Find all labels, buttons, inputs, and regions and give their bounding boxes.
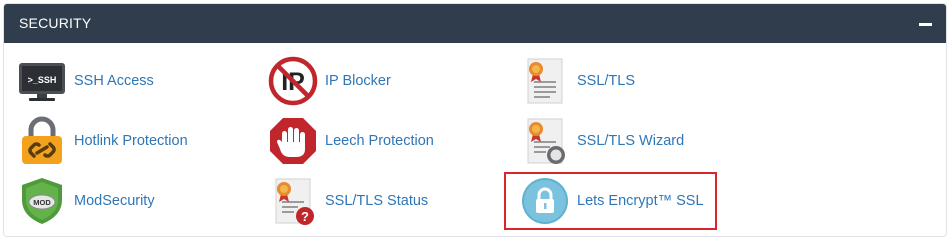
item-modsecurity[interactable]: MOD ModSecurity (17, 175, 155, 227)
svg-text:MOD: MOD (33, 198, 51, 207)
item-label: ModSecurity (74, 193, 155, 209)
section-title: SECURITY (19, 15, 92, 31)
item-label: SSL/TLS Wizard (577, 133, 685, 149)
svg-text:?: ? (301, 209, 309, 224)
mod-shield-icon: MOD (22, 178, 62, 224)
item-leech-protection[interactable]: Leech Protection (268, 115, 434, 167)
item-ssh-access[interactable]: >_SSH SSH Access (17, 55, 154, 107)
ssh-terminal-icon: >_SSH (19, 63, 65, 101)
collapse-icon[interactable] (918, 16, 934, 32)
item-label: SSL/TLS (577, 73, 636, 89)
stop-hand-icon (270, 118, 316, 164)
svg-text:>_SSH: >_SSH (28, 75, 57, 85)
item-label: SSL/TLS Status (325, 193, 429, 209)
certificate-status-icon: ? (275, 178, 314, 225)
item-label: IP Blocker (325, 73, 391, 89)
item-label: Leech Protection (325, 133, 434, 149)
panel-header[interactable]: SECURITY (4, 4, 946, 43)
certificate-icon (527, 58, 563, 104)
certificate-wizard-icon (527, 118, 565, 164)
item-label: SSH Access (74, 73, 154, 89)
item-label: Hotlink Protection (74, 133, 188, 149)
item-ssl-tls-wizard[interactable]: SSL/TLS Wizard (520, 115, 684, 167)
ip-blocker-icon: IP (268, 56, 318, 106)
padlock-chain-icon (22, 116, 62, 164)
item-ip-blocker[interactable]: IP IP Blocker (268, 55, 391, 107)
item-hotlink-protection[interactable]: Hotlink Protection (17, 115, 188, 167)
item-ssl-tls[interactable]: SSL/TLS (520, 55, 635, 107)
highlight-box (504, 172, 717, 230)
item-ssl-tls-status[interactable]: ? SSL/TLS Status (268, 175, 428, 227)
